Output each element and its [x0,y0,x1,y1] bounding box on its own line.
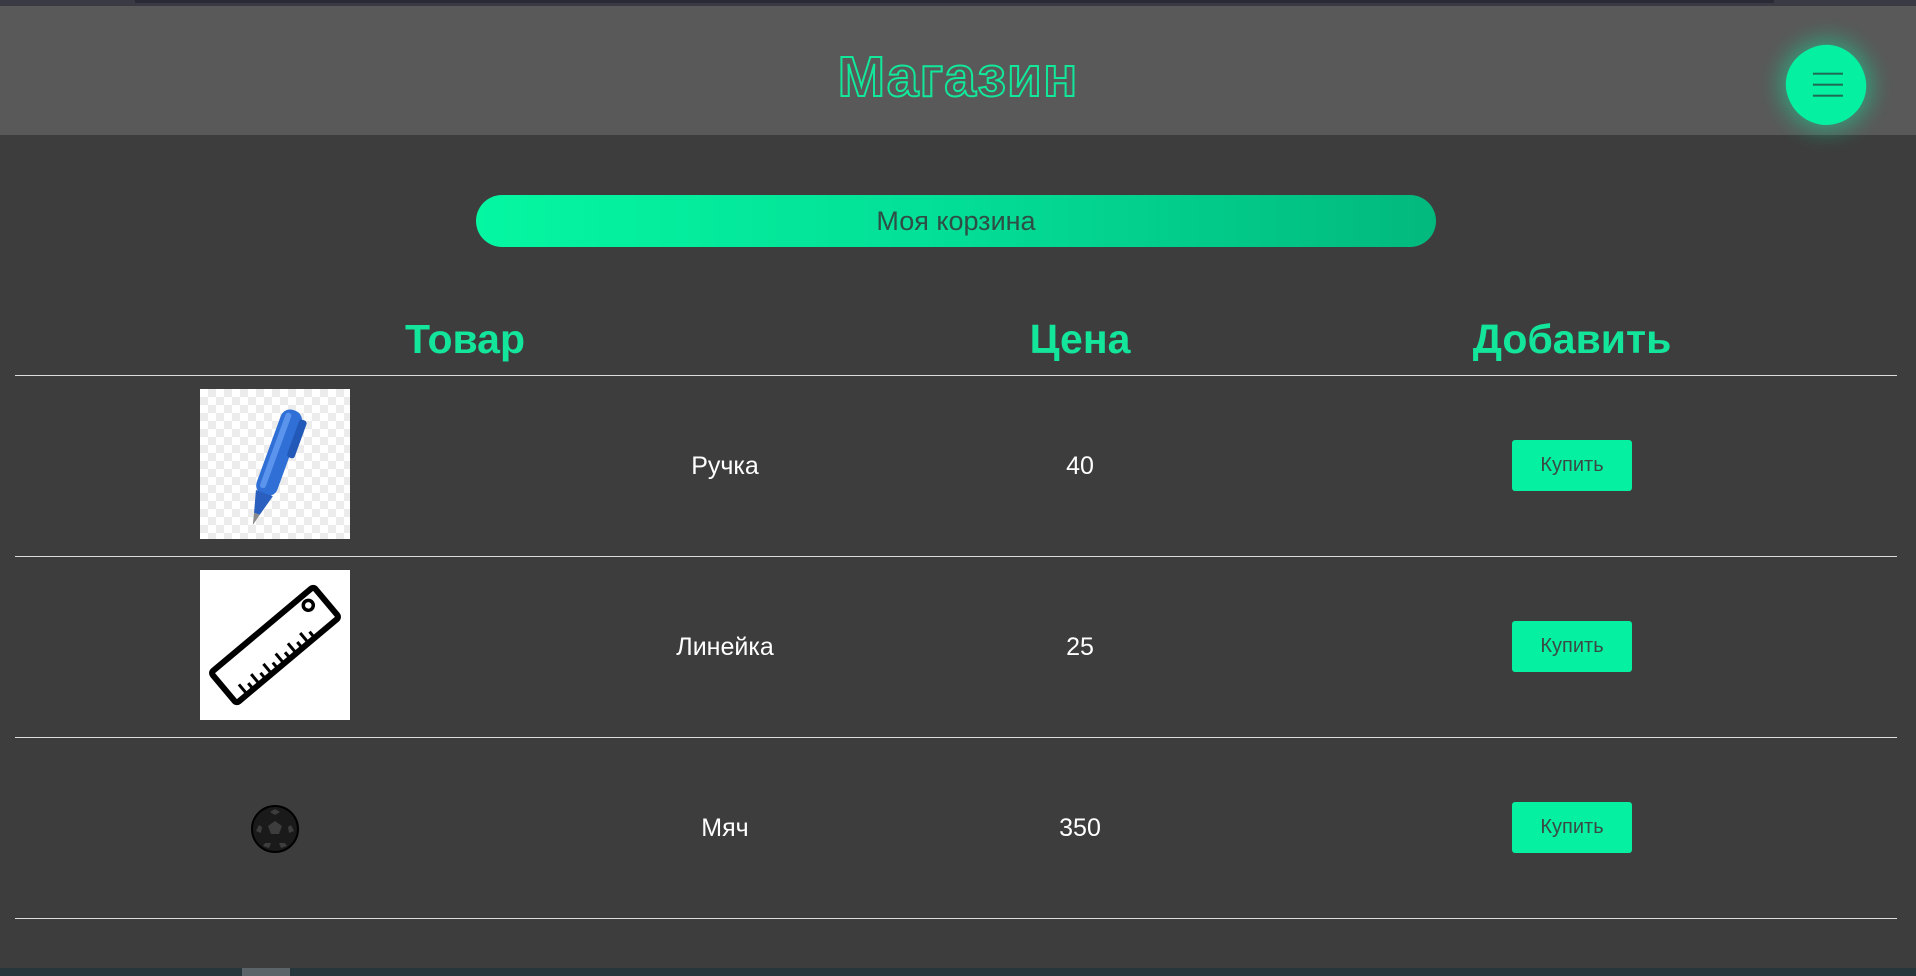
buy-button[interactable]: Купить [1512,802,1632,853]
product-image [200,751,350,901]
column-header-price: Цена [1029,316,1131,362]
site-header: Магазин [0,6,1916,135]
table-row: Ручка 40 Купить [15,376,1897,556]
column-header-add: Добавить [1472,316,1672,362]
pen-icon [252,409,307,526]
product-price: 25 [1066,633,1094,661]
table-row: Линейка 25 Купить [15,557,1897,737]
column-header-product: Товар [404,316,526,362]
product-image [200,570,350,720]
table-divider [15,918,1897,919]
buy-button[interactable]: Купить [1512,621,1632,672]
buy-button[interactable]: Купить [1512,440,1632,491]
product-name: Ручка [691,452,759,480]
product-name: Мяч [701,814,749,842]
product-price: 40 [1066,452,1094,480]
site-title: Магазин [837,44,1079,110]
product-image [200,389,350,539]
product-price: 350 [1059,814,1101,842]
ruler-icon [209,584,341,706]
product-name: Линейка [676,633,774,661]
hamburger-menu-icon [1812,72,1843,106]
my-cart-button[interactable]: Моя корзина [476,195,1436,247]
soccer-ball-icon [251,805,299,853]
horizontal-scrollbar[interactable] [0,968,1916,976]
table-row: Мяч 350 Купить [15,738,1897,918]
